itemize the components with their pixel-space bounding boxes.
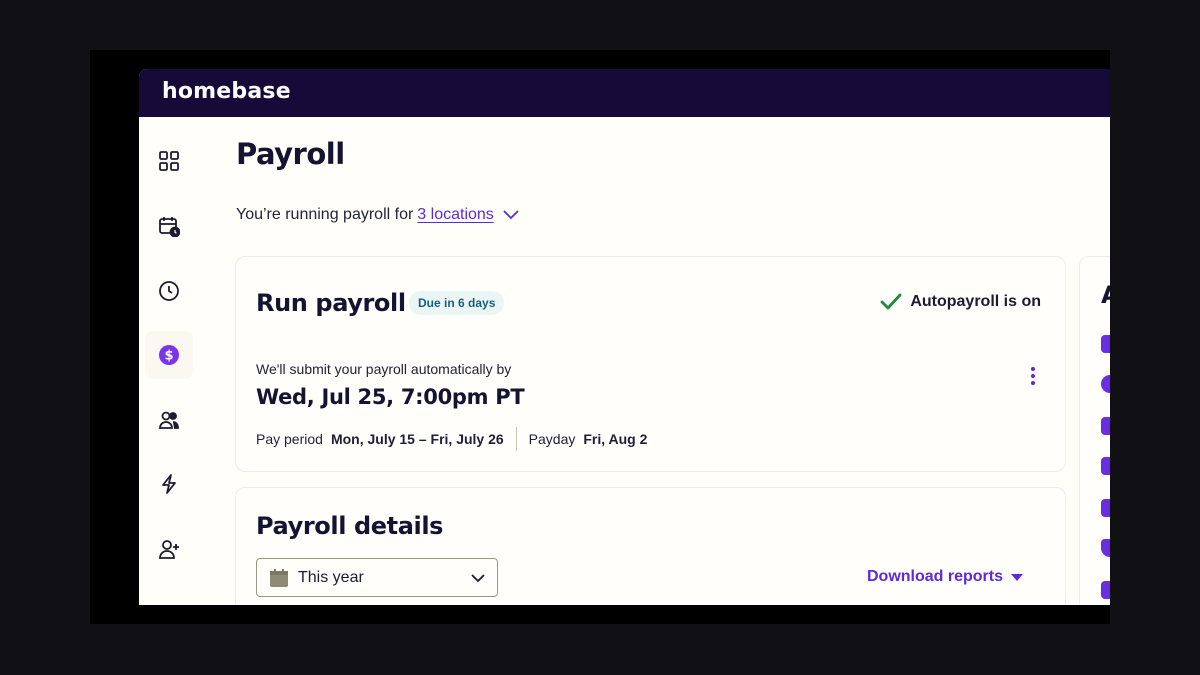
date-range-select[interactable]: This year xyxy=(256,558,498,597)
autopayroll-status: Autopayroll is on xyxy=(880,293,1041,311)
top-bar: homebase xyxy=(139,69,1110,117)
payday-label: Payday xyxy=(528,431,576,447)
sidebar-item-hiring[interactable] xyxy=(145,525,193,573)
payroll-details-card: Payroll details This year Download repor… xyxy=(235,487,1066,605)
date-range-value: This year xyxy=(298,568,364,586)
check-icon xyxy=(880,293,902,310)
calculator-icon[interactable] xyxy=(1101,417,1110,435)
side-panel-card: A xyxy=(1079,256,1110,605)
calendar-icon xyxy=(270,568,288,587)
download-reports-label: Download reports xyxy=(866,568,1003,585)
kebab-dot xyxy=(1031,374,1035,378)
kebab-dot xyxy=(1031,367,1035,371)
sidebar-item-automations[interactable] xyxy=(145,460,193,508)
run-payroll-title: Run payroll xyxy=(256,289,406,317)
page-title: Payroll xyxy=(236,137,345,171)
pay-period-row: Pay period Mon, July 15 – Fri, July 26 P… xyxy=(256,427,647,451)
submit-deadline: Wed, Jul 25, 7:00pm PT xyxy=(256,385,525,409)
team-icon xyxy=(159,411,179,429)
kebab-dot xyxy=(1031,381,1035,385)
sidebar-item-timesheets[interactable] xyxy=(145,267,193,315)
shield-icon[interactable] xyxy=(1101,539,1110,557)
svg-text:$: $ xyxy=(164,349,173,364)
more-options-button[interactable] xyxy=(1025,365,1041,387)
side-panel-heading: A xyxy=(1101,281,1110,309)
documents-icon[interactable] xyxy=(1101,457,1110,475)
gift-icon[interactable] xyxy=(1101,499,1110,517)
locations-link[interactable]: 3 locations xyxy=(417,206,494,224)
sidebar: $ xyxy=(139,117,197,605)
clock-icon xyxy=(159,281,179,301)
add-user-icon xyxy=(159,540,179,559)
brand-logo[interactable]: homebase xyxy=(162,79,291,104)
sidebar-item-dashboard[interactable] xyxy=(145,137,193,185)
autopayroll-label: Autopayroll is on xyxy=(910,293,1041,310)
settings-icon[interactable] xyxy=(1101,335,1110,353)
book-icon[interactable] xyxy=(1101,581,1110,599)
due-badge: Due in 6 days xyxy=(409,291,505,315)
sidebar-item-team[interactable] xyxy=(145,396,193,444)
payday-value: Fri, Aug 2 xyxy=(583,431,648,447)
chevron-down-icon xyxy=(471,573,485,582)
payroll-details-title: Payroll details xyxy=(256,512,444,540)
caret-down-icon xyxy=(1011,573,1023,581)
pay-period-value: Mon, July 15 – Fri, July 26 xyxy=(330,431,504,447)
download-reports-button[interactable]: Download reports xyxy=(867,568,1023,586)
run-payroll-card: Run payroll Due in 6 days Autopayroll is… xyxy=(235,256,1066,472)
sidebar-item-schedule[interactable] xyxy=(145,202,193,250)
submit-note: We'll submit your payroll automatically … xyxy=(256,361,512,377)
locations-subtitle: You’re running payroll for 3 locations xyxy=(236,206,520,224)
dollar-icon: $ xyxy=(159,345,179,365)
sidebar-item-payroll[interactable]: $ xyxy=(145,331,193,379)
lightning-icon xyxy=(162,474,176,494)
divider xyxy=(515,427,517,451)
dollar-icon[interactable] xyxy=(1101,375,1110,393)
dashboard-icon xyxy=(159,151,179,171)
chevron-down-icon[interactable] xyxy=(502,209,520,221)
schedule-icon xyxy=(159,217,180,237)
app-window: homebase $ Payroll You’re running payrol… xyxy=(139,69,1110,605)
pay-period-label: Pay period xyxy=(256,431,323,447)
subtitle-text: You’re running payroll for xyxy=(236,206,414,223)
